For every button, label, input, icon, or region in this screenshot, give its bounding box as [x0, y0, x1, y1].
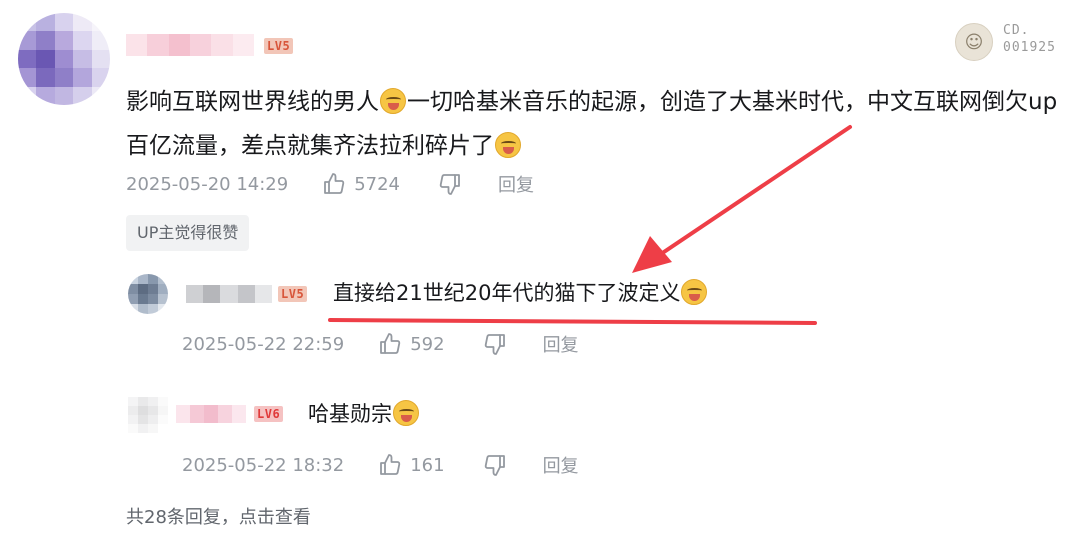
- view-all-replies-link[interactable]: 共28条回复，点击查看: [126, 503, 311, 529]
- reply-avatar[interactable]: [128, 274, 168, 314]
- reply-button[interactable]: 回复: [498, 171, 534, 197]
- annotation-underline: [328, 318, 817, 325]
- reply-button[interactable]: 回复: [543, 331, 579, 357]
- thumbs-up-icon: [380, 333, 401, 354]
- like-count: 592: [410, 333, 445, 355]
- thumbs-up-icon: [380, 454, 401, 475]
- reply-meta: 2025-05-22 18:32 161 回复: [182, 452, 579, 478]
- avatar[interactable]: [18, 13, 110, 105]
- like-count: 5724: [354, 173, 401, 195]
- fan-badge-icon: ☺: [955, 23, 993, 61]
- like-button[interactable]: 5724: [322, 172, 400, 196]
- laugh-cry-emoji-icon: [380, 88, 406, 114]
- thumbs-down-icon: [484, 455, 505, 476]
- reply-date: 2025-05-22 18:32: [182, 454, 345, 476]
- thumbs-up-icon: [324, 173, 345, 194]
- like-button[interactable]: 161: [378, 453, 445, 477]
- level-badge: LV6: [254, 406, 284, 422]
- level-badge: LV5: [278, 286, 308, 302]
- reply-avatar[interactable]: [128, 397, 168, 433]
- reply-text: 哈基勋宗: [308, 399, 420, 429]
- reply-date: 2025-05-22 22:59: [182, 333, 345, 355]
- level-badge: LV5: [264, 38, 294, 54]
- comment-date: 2025-05-20 14:29: [126, 173, 289, 195]
- dislike-button[interactable]: [438, 172, 462, 196]
- like-count: 161: [410, 454, 445, 476]
- laugh-cry-emoji-icon: [681, 279, 708, 305]
- laugh-cry-emoji-icon: [393, 400, 419, 426]
- thumbs-down-icon: [439, 174, 460, 195]
- comment-thread: LV5 ☺ CD. 001925 影响互联网世界线的男人 一切哈基米音乐的起源，创…: [0, 0, 1080, 546]
- up-liked-tag: UP主觉得很赞: [126, 215, 250, 251]
- comment-text: 影响互联网世界线的男人 一切哈基米音乐的起源，创造了大基米时代，中文互联网倒欠up…: [126, 88, 1058, 159]
- thumbs-down-icon: [484, 334, 505, 355]
- comment-meta: 2025-05-20 14:29 5724 回复: [126, 171, 534, 197]
- reply-username[interactable]: [186, 285, 273, 303]
- reply-button[interactable]: 回复: [543, 452, 579, 478]
- username[interactable]: [126, 34, 254, 56]
- like-button[interactable]: 592: [378, 332, 445, 356]
- laugh-cry-emoji-icon: [495, 132, 521, 158]
- dislike-button[interactable]: [483, 332, 507, 356]
- reply-text: 直接给21世纪20年代的猫下了波定义: [333, 278, 708, 308]
- dislike-button[interactable]: [483, 453, 507, 477]
- reply-meta: 2025-05-22 22:59 592 回复: [182, 331, 579, 357]
- reply-username[interactable]: [176, 405, 246, 423]
- fan-badge-number: CD. 001925: [1003, 23, 1056, 55]
- annotation-arrow-head: [632, 236, 672, 273]
